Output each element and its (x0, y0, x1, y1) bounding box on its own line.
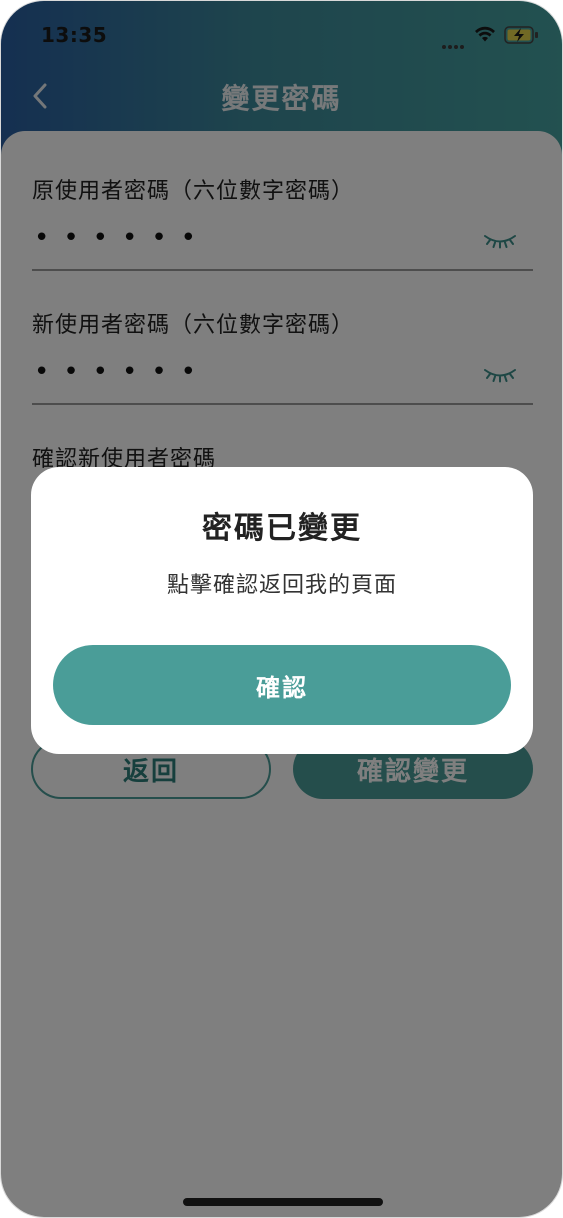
phone-screen: 13:35 變更密碼 原使用者密碼（六位數字密碼） (0, 0, 563, 1218)
dialog-message: 點擊確認返回我的頁面 (166, 573, 397, 598)
dialog-confirm-button[interactable]: 確認 (53, 645, 511, 725)
dialog-title: 密碼已變更 (202, 511, 362, 546)
password-changed-dialog: 密碼已變更 點擊確認返回我的頁面 確認 (31, 467, 533, 754)
home-indicator[interactable] (183, 1198, 383, 1206)
